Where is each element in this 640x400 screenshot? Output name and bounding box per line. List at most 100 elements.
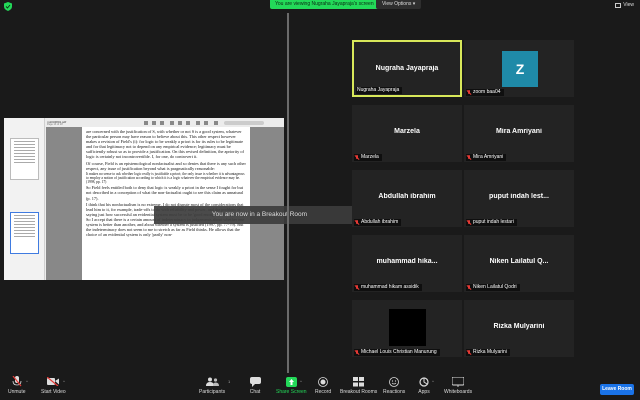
reactions-label: Reactions xyxy=(383,389,406,395)
pdf-quote: It makes no sense to ask whether logic r… xyxy=(86,171,245,185)
participant-label-text: muhammad hikam assidik xyxy=(361,284,419,290)
shield-icon[interactable] xyxy=(4,2,12,11)
smiley-icon xyxy=(389,376,400,387)
start-video-button[interactable]: Start Video xyxy=(41,376,66,395)
video-off-icon xyxy=(47,377,60,386)
participant-tile[interactable]: Marzela Marzela xyxy=(352,105,462,162)
leave-room-button[interactable]: Leave Room xyxy=(600,384,634,395)
participant-label-text: Abdullah ibrahim xyxy=(361,219,399,225)
pdf-page-indicator: Page 13 of 19 xyxy=(47,123,63,126)
split-view-divider[interactable] xyxy=(287,13,289,373)
unmute-button[interactable]: Unmute xyxy=(8,376,26,395)
share-options-caret[interactable]: ^ xyxy=(300,379,302,384)
avatar: Z xyxy=(502,51,538,87)
whiteboards-button[interactable]: Whiteboards xyxy=(444,376,472,395)
participant-name-label: Michael Louis Christian Manurung xyxy=(354,349,440,356)
record-label: Record xyxy=(315,389,332,395)
participants-icon xyxy=(205,377,219,386)
breakout-room-notice: You are now in a Breakout Room xyxy=(154,206,365,224)
unmute-label: Unmute xyxy=(8,389,26,395)
participant-label-text: Rizka Mulyarini xyxy=(473,349,507,355)
participant-tile[interactable]: Rizka Mulyarini Rizka Mulyarini xyxy=(464,300,574,357)
participant-display-name: Niken Lailatul Q... xyxy=(489,258,549,265)
microphone-muted-icon xyxy=(467,220,471,225)
video-options-caret[interactable]: ^ xyxy=(63,379,65,384)
participant-tile[interactable]: Zzoom baa04 xyxy=(464,40,574,97)
participant-name-label: Abdullah ibrahim xyxy=(354,219,402,226)
participant-label-text: Mira Amriyani xyxy=(473,154,504,160)
participant-name-label: muhammad hikam assidik xyxy=(354,284,422,291)
pdf-paragraph: are concerned with the justification of … xyxy=(86,129,244,160)
page-thumbnail-selected[interactable] xyxy=(10,212,39,254)
view-options-label: View Options xyxy=(382,1,412,7)
participant-label-text: Michael Louis Christian Manurung xyxy=(361,349,437,355)
participant-label-text: Niken Lailatul Qodri xyxy=(473,284,517,290)
participant-tile[interactable]: Michael Louis Christian Manurung xyxy=(352,300,462,357)
microphone-muted-icon xyxy=(467,90,471,95)
record-button[interactable]: Record xyxy=(315,376,331,395)
share-screen-label: Share Screen xyxy=(276,389,307,395)
reactions-button[interactable]: Reactions xyxy=(383,376,405,395)
participant-display-name: Abdullah ibrahim xyxy=(378,193,436,200)
participants-label: Participants xyxy=(199,389,226,395)
pdf-thumbnail-sidebar xyxy=(4,118,45,280)
page-thumbnail[interactable] xyxy=(10,138,39,180)
participant-tile[interactable]: puput indah lest... puput indah lestari xyxy=(464,170,574,227)
microphone-muted-icon xyxy=(467,285,471,290)
participants-button[interactable]: Participants xyxy=(199,376,225,395)
participant-display-name: Marzela xyxy=(394,128,420,135)
participant-display-name: puput indah lest... xyxy=(489,193,549,200)
participant-tile[interactable]: muhammad hika... muhammad hikam assidik xyxy=(352,235,462,292)
start-video-label: Start Video xyxy=(41,389,66,395)
chat-label: Chat xyxy=(249,389,261,395)
microphone-muted-icon xyxy=(355,285,359,290)
pdf-gutter-right xyxy=(250,127,284,280)
apps-label: Apps xyxy=(418,389,430,395)
pdf-page[interactable]: are concerned with the justification of … xyxy=(82,127,250,280)
participants-count: 1 xyxy=(228,379,231,384)
participant-name-label: Marzela xyxy=(354,154,382,161)
chat-button[interactable]: Chat xyxy=(248,376,262,395)
participant-label-text: zoom baa04 xyxy=(473,89,501,95)
participant-name-label: Mira Amriyani xyxy=(466,154,507,161)
share-screen-icon xyxy=(285,376,297,387)
apps-options-caret[interactable]: ^ xyxy=(432,379,434,384)
participant-display-name: Mira Amriyani xyxy=(495,128,543,135)
participant-tile[interactable]: Niken Lailatul Q... Niken Lailatul Qodri xyxy=(464,235,574,292)
record-icon xyxy=(318,376,328,387)
apps-icon xyxy=(419,376,429,387)
breakout-rooms-label: Breakout Rooms xyxy=(340,389,378,395)
participant-tile[interactable]: Nugraha Jayapraja Nugraha Jayapraja xyxy=(352,40,462,97)
participant-tile[interactable]: Mira Amriyani Mira Amriyani xyxy=(464,105,574,162)
participant-display-name: muhammad hika... xyxy=(376,258,438,265)
participant-name-label: Nugraha Jayapraja xyxy=(356,87,403,94)
grid-icon xyxy=(615,2,622,8)
shared-screen: m1034801.pdf Page 13 of 19 are concerned… xyxy=(4,118,284,280)
pdf-paragraph: So Field feels entitled both to deny tha… xyxy=(86,185,244,201)
participant-display-name: Rizka Mulyarini xyxy=(493,323,545,330)
participant-video xyxy=(389,309,426,346)
participant-tile[interactable]: Abdullah ibrahim Abdullah ibrahim xyxy=(352,170,462,227)
breakout-rooms-button[interactable]: Breakout Rooms xyxy=(340,376,377,395)
microphone-muted-icon xyxy=(355,155,359,160)
participant-name-label: zoom baa04 xyxy=(466,89,504,96)
view-button[interactable]: View xyxy=(615,2,634,8)
chat-icon xyxy=(249,376,261,387)
whiteboards-label: Whiteboards xyxy=(444,389,473,395)
microphone-muted-icon xyxy=(467,350,471,355)
view-label: View xyxy=(623,2,634,8)
pdf-gutter-left xyxy=(46,127,82,280)
chevron-down-icon: ▾ xyxy=(412,1,416,7)
microphone-muted-icon xyxy=(467,155,471,160)
participant-label-text: puput indah lestari xyxy=(473,219,514,225)
audio-options-caret[interactable]: ^ xyxy=(26,379,28,384)
viewing-screen-badge: You are viewing Nugraha Jayapraja's scre… xyxy=(270,0,379,9)
pdf-paragraph: Of course, Field is an epistemological n… xyxy=(86,160,246,171)
zoom-window: You are viewing Nugraha Jayapraja's scre… xyxy=(0,0,640,400)
participant-name-label: puput indah lestari xyxy=(466,219,517,226)
apps-button[interactable]: Apps xyxy=(417,376,431,395)
pdf-toolbar-icons[interactable] xyxy=(144,121,279,125)
view-options-button[interactable]: View Options ▾ xyxy=(376,0,422,9)
breakout-rooms-icon xyxy=(353,376,365,386)
microphone-muted-icon xyxy=(355,350,359,355)
